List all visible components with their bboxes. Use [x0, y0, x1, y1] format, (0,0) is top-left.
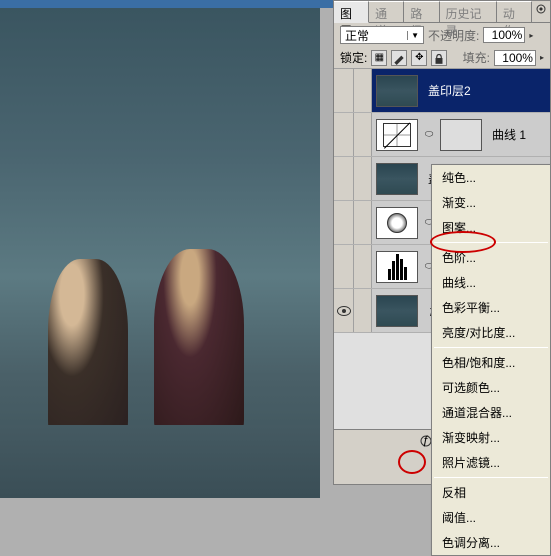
tab-paths[interactable]: 路径: [404, 1, 439, 22]
blend-mode-value: 正常: [345, 27, 369, 44]
menu-item-color-balance[interactable]: 色彩平衡...: [432, 295, 550, 320]
lock-move-icon[interactable]: ✥: [411, 50, 427, 66]
menu-item-brightness-contrast[interactable]: 亮度/对比度...: [432, 320, 550, 345]
tab-actions[interactable]: 动作: [497, 1, 532, 22]
layer-name[interactable]: 盖印层2: [422, 82, 471, 99]
tab-layers[interactable]: 图层: [334, 1, 369, 23]
visibility-toggle[interactable]: [334, 157, 354, 200]
lock-brush-icon[interactable]: [391, 50, 407, 66]
layer-thumbnail[interactable]: [376, 251, 418, 283]
menu-item-levels[interactable]: 色阶...: [432, 245, 550, 270]
menu-separator: [434, 242, 548, 243]
opacity-label: 不透明度:: [428, 27, 479, 44]
layer-thumbnail[interactable]: [376, 163, 418, 195]
menu-item-photo-filter[interactable]: 照片滤镜...: [432, 450, 550, 475]
menu-item-invert[interactable]: 反相: [432, 480, 550, 505]
lock-row: 锁定: ▦ ✥ 填充: 100% ▸: [334, 47, 550, 69]
visibility-toggle[interactable]: [334, 245, 354, 288]
fill-input[interactable]: 100%: [494, 50, 536, 66]
menu-item-gradient[interactable]: 渐变...: [432, 190, 550, 215]
adjustment-layer-menu: 纯色... 渐变... 图案... 色阶... 曲线... 色彩平衡... 亮度…: [431, 164, 551, 556]
menu-item-selective-color[interactable]: 可选颜色...: [432, 375, 550, 400]
opacity-input[interactable]: 100%: [483, 27, 525, 43]
link-toggle[interactable]: [354, 157, 372, 200]
link-toggle[interactable]: [354, 113, 372, 156]
visibility-toggle[interactable]: [334, 201, 354, 244]
chevron-down-icon: ▼: [407, 31, 419, 40]
layer-thumbnail[interactable]: [376, 207, 418, 239]
link-toggle[interactable]: [354, 201, 372, 244]
menu-item-gradient-map[interactable]: 渐变映射...: [432, 425, 550, 450]
tab-channels[interactable]: 通道: [369, 1, 404, 22]
visibility-toggle[interactable]: [334, 289, 354, 332]
menu-item-channel-mixer[interactable]: 通道混合器...: [432, 400, 550, 425]
opacity-arrow-icon[interactable]: ▸: [529, 31, 533, 40]
menu-separator: [434, 477, 548, 478]
layer-row[interactable]: ⬭ 曲线 1: [334, 113, 550, 157]
lock-label: 锁定:: [340, 49, 367, 66]
menu-separator: [434, 347, 548, 348]
menu-item-hue-saturation[interactable]: 色相/饱和度...: [432, 350, 550, 375]
layer-row[interactable]: 盖印层2: [334, 69, 550, 113]
menu-item-curves[interactable]: 曲线...: [432, 270, 550, 295]
lock-transparent-icon[interactable]: ▦: [371, 50, 387, 66]
mask-link-icon[interactable]: ⬭: [424, 128, 434, 142]
menu-item-posterize[interactable]: 色调分离...: [432, 530, 550, 555]
document-canvas[interactable]: [0, 8, 320, 498]
svg-text:ƒ: ƒ: [423, 434, 430, 447]
layer-name[interactable]: 曲线 1: [486, 126, 526, 143]
layer-thumbnail[interactable]: [376, 75, 418, 107]
link-toggle[interactable]: [354, 289, 372, 332]
eye-icon: [337, 306, 351, 316]
layer-mask-thumbnail[interactable]: [440, 119, 482, 151]
tab-history[interactable]: 历史记录: [440, 1, 497, 22]
canvas-image: [0, 8, 320, 498]
blend-mode-select[interactable]: 正常 ▼: [340, 26, 424, 44]
fill-label: 填充:: [463, 49, 490, 66]
link-toggle[interactable]: [354, 69, 372, 112]
link-toggle[interactable]: [354, 245, 372, 288]
menu-item-solid-color[interactable]: 纯色...: [432, 165, 550, 190]
panel-tabs: 图层 通道 路径 历史记录 动作: [334, 1, 550, 23]
layer-thumbnail[interactable]: [376, 295, 418, 327]
menu-item-pattern[interactable]: 图案...: [432, 215, 550, 240]
visibility-toggle[interactable]: [334, 113, 354, 156]
fill-arrow-icon[interactable]: ▸: [540, 53, 544, 62]
blend-mode-row: 正常 ▼ 不透明度: 100% ▸: [334, 23, 550, 47]
layer-thumbnail[interactable]: [376, 119, 418, 151]
lock-all-icon[interactable]: [431, 50, 447, 66]
panel-menu-icon[interactable]: [532, 1, 550, 22]
visibility-toggle[interactable]: [334, 69, 354, 112]
